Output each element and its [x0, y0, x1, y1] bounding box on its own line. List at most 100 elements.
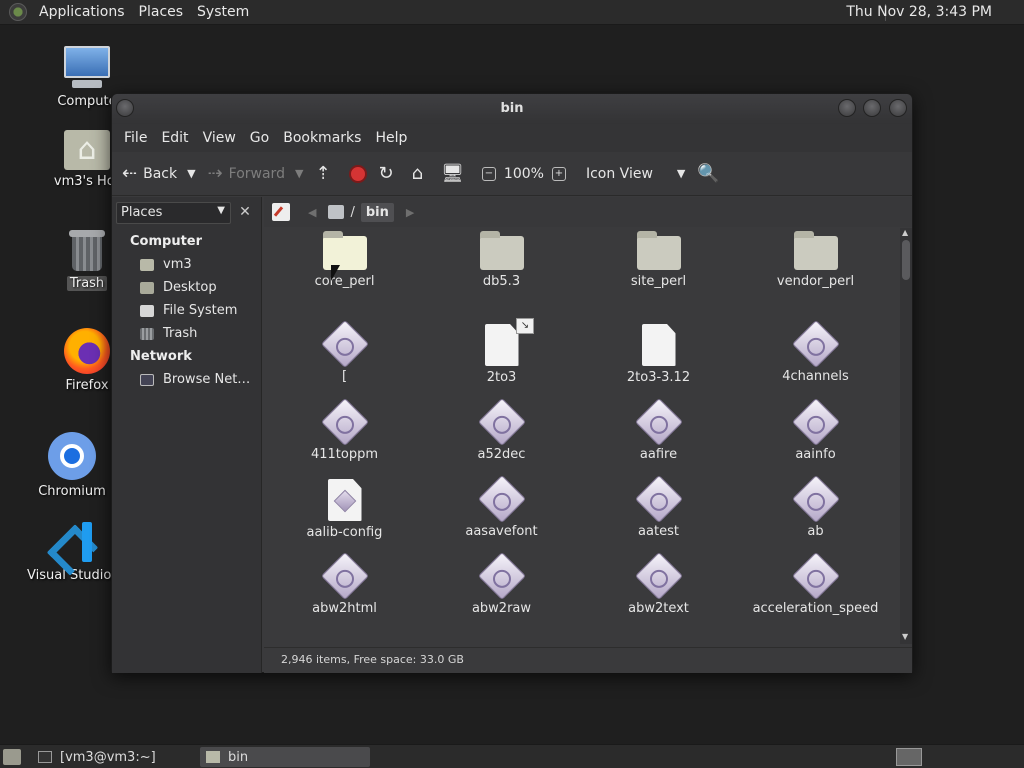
- sidebar-item-vm3[interactable]: vm3: [140, 257, 192, 272]
- search-button[interactable]: 🔍: [697, 163, 725, 184]
- top-panel: Applications Places System Thu Nov 28, 3…: [0, 0, 1024, 25]
- file-name: aalib-config: [306, 525, 383, 540]
- view-mode-label: Icon View: [585, 165, 653, 182]
- file-item[interactable]: site_perl: [580, 231, 737, 289]
- chevron-left-icon[interactable]: ◀: [308, 206, 316, 219]
- breadcrumb-current[interactable]: bin: [360, 202, 394, 222]
- home-button[interactable]: ⌂: [412, 163, 429, 184]
- reload-button[interactable]: ↻: [379, 163, 400, 184]
- close-button[interactable]: [889, 99, 907, 117]
- back-button[interactable]: ⇠ Back ▼: [122, 163, 196, 184]
- file-item[interactable]: aainfo: [737, 397, 894, 462]
- forward-history-dropdown[interactable]: ▼: [295, 167, 303, 180]
- network-icon: [140, 373, 154, 386]
- zoom-level: 100%: [503, 165, 544, 182]
- file-name: aasavefont: [465, 524, 538, 539]
- menubar: File Edit View Go Bookmarks Help: [112, 124, 912, 152]
- file-item[interactable]: ab: [737, 474, 894, 539]
- firefox-icon: [64, 328, 110, 374]
- computer-button[interactable]: 🖥: [441, 163, 470, 184]
- up-button[interactable]: ⇡: [315, 163, 336, 184]
- toolbar: ⇠ Back ▼ ⇢ Forward ▼ ⇡ ↻ ⌂ 🖥 − 100% + Ic…: [112, 152, 912, 196]
- file-item[interactable]: abw2html: [266, 551, 423, 616]
- file-item[interactable]: aalib-config: [266, 479, 423, 540]
- sidebar-item-browse-network[interactable]: Browse Net…: [140, 372, 250, 387]
- back-history-dropdown[interactable]: ▼: [187, 167, 195, 180]
- minimize-button[interactable]: [838, 99, 856, 117]
- file-item[interactable]: aasavefont: [423, 474, 580, 539]
- desktop-icon-chromium[interactable]: Chromium: [22, 432, 122, 499]
- sidebar-selector[interactable]: Places ▼: [116, 202, 231, 224]
- file-item[interactable]: vendor_perl: [737, 231, 894, 289]
- system-menu[interactable]: System: [191, 4, 257, 20]
- file-name: abw2text: [628, 601, 689, 616]
- titlebar[interactable]: bin: [112, 94, 912, 124]
- desktop-icon-label: Chromium: [38, 484, 106, 499]
- trash-icon: [140, 327, 154, 340]
- file-item[interactable]: core_perl: [266, 231, 423, 289]
- chevron-right-icon[interactable]: ▶: [406, 206, 414, 219]
- executable-icon: [477, 397, 526, 447]
- scroll-up-icon[interactable]: ▲: [902, 228, 908, 237]
- script-file-icon: [327, 479, 362, 521]
- file-item[interactable]: ↘ 2to3: [423, 318, 580, 385]
- file-item[interactable]: acceleration_speed: [737, 551, 894, 616]
- menu-help[interactable]: Help: [368, 130, 414, 146]
- sidebar-item-trash[interactable]: Trash: [140, 326, 197, 341]
- zoom-control: − 100% +: [481, 165, 574, 182]
- main-menu-icon[interactable]: [9, 3, 27, 21]
- file-name: a52dec: [477, 447, 526, 462]
- edit-location-icon[interactable]: [272, 203, 290, 221]
- places-menu[interactable]: Places: [133, 4, 192, 20]
- menu-bookmarks[interactable]: Bookmarks: [276, 130, 368, 146]
- file-item[interactable]: 4channels: [737, 319, 894, 384]
- close-sidebar-icon[interactable]: ✕: [234, 202, 256, 224]
- file-name: aainfo: [795, 447, 836, 462]
- file-item[interactable]: a52dec: [423, 397, 580, 462]
- sidebar-item-desktop[interactable]: Desktop: [140, 280, 217, 295]
- home-icon: ⌂: [411, 163, 424, 184]
- zoom-out-icon[interactable]: −: [481, 166, 496, 181]
- home-folder-icon: [140, 258, 154, 271]
- maximize-button[interactable]: [863, 99, 881, 117]
- scrollbar-thumb[interactable]: [902, 240, 910, 280]
- show-desktop-icon[interactable]: [3, 749, 21, 765]
- scroll-down-icon[interactable]: ▼: [902, 632, 908, 641]
- breadcrumb-root[interactable]: /: [350, 205, 354, 220]
- folder-icon: [322, 231, 367, 270]
- desktop-icon-vscode[interactable]: Visual Studio Co: [24, 520, 133, 583]
- stop-button[interactable]: [348, 164, 367, 183]
- executable-icon: [791, 474, 840, 524]
- menu-go[interactable]: Go: [243, 130, 276, 146]
- file-item[interactable]: 411toppm: [266, 397, 423, 462]
- zoom-in-icon[interactable]: +: [551, 166, 566, 181]
- sidebar-heading-network: Network: [130, 349, 192, 364]
- taskbar-item-bin[interactable]: bin: [200, 747, 370, 767]
- taskbar-item-terminal[interactable]: [vm3@vm3:~]: [32, 747, 194, 767]
- file-item[interactable]: abw2text: [580, 551, 737, 616]
- vertical-scrollbar[interactable]: ▲ ▼: [900, 228, 912, 644]
- file-icon-view[interactable]: core_perl db5.3 site_perl vendor_perl [↘ 2to3…: [266, 228, 898, 644]
- menu-view[interactable]: View: [196, 130, 243, 146]
- executable-icon: [320, 319, 369, 369]
- file-item[interactable]: db5.3: [423, 231, 580, 289]
- drive-icon[interactable]: [328, 205, 345, 219]
- file-item[interactable]: aatest: [580, 474, 737, 539]
- file-item[interactable]: [: [266, 319, 423, 384]
- desktop-icon-label: Compute: [57, 94, 117, 109]
- file-item[interactable]: 2to3-3.12: [580, 324, 737, 385]
- executable-icon: [634, 551, 683, 601]
- applications-menu[interactable]: Applications: [33, 4, 133, 20]
- workspace-switcher[interactable]: [896, 748, 922, 766]
- menu-file[interactable]: File: [117, 130, 154, 146]
- back-arrow-icon: ⇠: [122, 163, 138, 184]
- file-item[interactable]: abw2raw: [423, 551, 580, 616]
- file-item[interactable]: aafire: [580, 397, 737, 462]
- view-mode-select[interactable]: Icon View ▼: [586, 166, 685, 182]
- text-file-icon: [484, 324, 519, 366]
- menu-edit[interactable]: Edit: [154, 130, 195, 146]
- forward-button[interactable]: ⇢ Forward ▼: [208, 163, 304, 184]
- clock[interactable]: Thu Nov 28, 3:43 PM: [846, 4, 992, 20]
- file-name: abw2raw: [471, 601, 532, 616]
- sidebar-item-filesystem[interactable]: File System: [140, 303, 237, 318]
